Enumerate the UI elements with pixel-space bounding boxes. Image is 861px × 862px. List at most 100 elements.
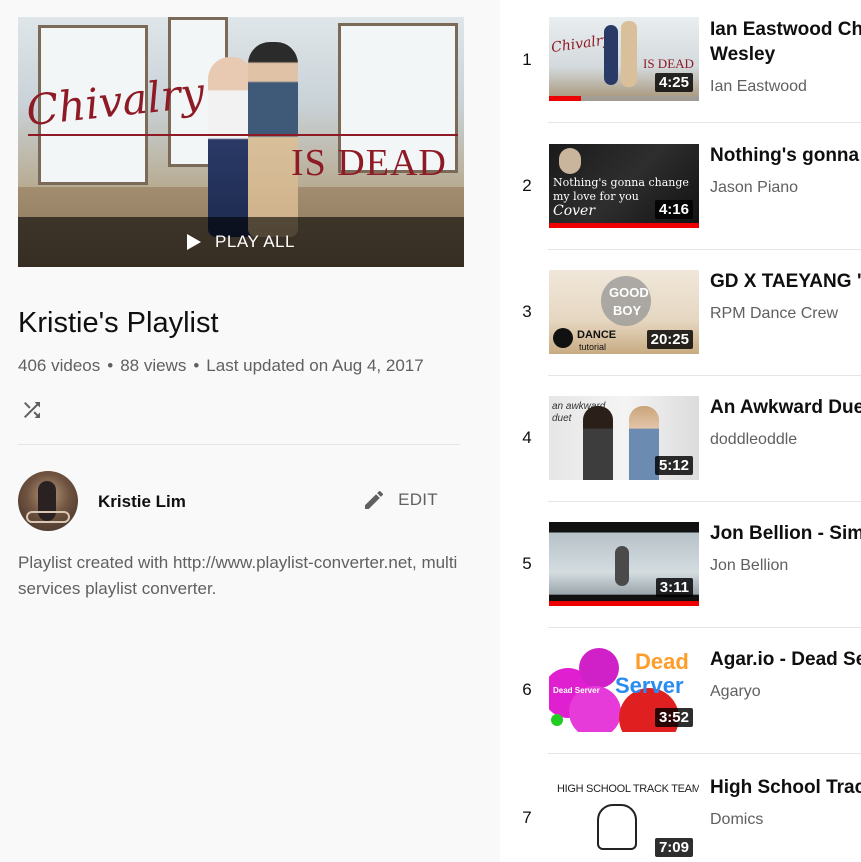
list-divider	[548, 501, 861, 502]
video-duration: 4:16	[654, 200, 693, 219]
thumb-text: IS DEAD	[643, 56, 694, 71]
thumb-text: my love for you	[553, 190, 639, 203]
video-duration: 5:12	[654, 456, 693, 475]
video-duration: 4:25	[654, 73, 693, 92]
play-icon	[187, 234, 202, 250]
thumb-figure	[615, 546, 629, 586]
thumb-blob	[579, 648, 619, 688]
thumb-text: Dead Server	[553, 686, 600, 695]
list-item[interactable]: 4 an awkward duet 5:12 An Awkward Duet d…	[500, 378, 861, 504]
hero-title-text: IS DEAD	[291, 142, 447, 184]
stats-separator: •	[107, 356, 114, 375]
video-thumbnail[interactable]: Chivalry IS DEAD 4:25	[549, 17, 699, 101]
video-thumbnail[interactable]: an awkward duet 5:12	[549, 396, 699, 480]
list-item[interactable]: 5 3:11 Jon Bellion - Sim Jon Bellion	[500, 504, 861, 630]
video-duration: 7:09	[654, 838, 693, 857]
thumb-text: Server	[615, 673, 684, 698]
list-divider	[548, 122, 861, 123]
thumb-text: Cover	[553, 203, 596, 219]
hero-rule	[28, 134, 458, 136]
stats-separator: •	[193, 356, 200, 375]
list-divider	[548, 627, 861, 628]
channel-name[interactable]: Agaryo	[710, 683, 761, 701]
thumb-logo	[553, 328, 573, 348]
video-title[interactable]: Nothing's gonna c	[710, 143, 861, 168]
hero-dancer	[248, 42, 298, 237]
list-divider	[548, 249, 861, 250]
video-duration: 3:52	[654, 708, 693, 727]
list-item[interactable]: 3 GOOD BOY DANCE tutorial 20:25 GD X TAE…	[500, 252, 861, 378]
channel-name[interactable]: RPM Dance Crew	[710, 305, 838, 323]
video-thumbnail[interactable]: HIGH SCHOOL TRACK TEAM 7:09	[549, 774, 699, 862]
thumb-text: HIGH SCHOOL TRACK TEAM	[557, 783, 699, 795]
playlist-stats: 406 videos • 88 views • Last updated on Aug …	[18, 356, 424, 376]
video-title[interactable]: Ian Eastwood Che Wesley	[710, 17, 861, 67]
video-thumbnail[interactable]: Dead Server Dead Server 3:52	[549, 648, 699, 732]
thumb-text: Nothing's gonna change	[553, 176, 689, 189]
thumb-text: duet	[552, 413, 572, 424]
video-title[interactable]: High School Trac	[710, 775, 861, 800]
video-index: 5	[522, 554, 532, 573]
shuffle-button[interactable]	[20, 398, 44, 422]
thumb-figure	[597, 804, 637, 850]
video-duration: 3:11	[655, 578, 693, 597]
list-item[interactable]: 1 Chivalry IS DEAD 4:25 Ian Eastwood Che…	[500, 0, 861, 126]
thumb-text: Dead	[635, 649, 689, 674]
playlist-description: Playlist created with http://www.playlis…	[18, 553, 458, 598]
play-all-button[interactable]: PLAY ALL	[18, 217, 464, 267]
video-title[interactable]: Agar.io - Dead Se	[710, 647, 861, 672]
video-title[interactable]: GD X TAEYANG "G	[710, 269, 861, 294]
video-index: 3	[522, 302, 532, 321]
avatar-bike	[26, 511, 70, 523]
thumb-figure	[583, 406, 613, 480]
play-all-label: PLAY ALL	[215, 232, 295, 251]
playlist-video-list: 1 Chivalry IS DEAD 4:25 Ian Eastwood Che…	[500, 0, 861, 862]
playlist-hero-thumbnail[interactable]: Chivalry IS DEAD PLAY ALL	[18, 17, 464, 267]
thumb-figure	[559, 148, 581, 174]
list-divider	[548, 375, 861, 376]
channel-name[interactable]: Ian Eastwood	[710, 78, 807, 96]
watch-progress	[549, 96, 581, 101]
list-divider	[548, 753, 861, 754]
thumb-badge	[601, 276, 651, 326]
thumb-figure	[621, 21, 637, 87]
video-duration: 20:25	[646, 330, 693, 349]
thumb-text: BOY	[613, 303, 642, 318]
list-item[interactable]: 2 Nothing's gonna change my love for you…	[500, 126, 861, 252]
video-thumbnail[interactable]: GOOD BOY DANCE tutorial 20:25	[549, 270, 699, 354]
channel-name[interactable]: doddleoddle	[710, 431, 797, 449]
avatar[interactable]	[18, 471, 78, 531]
watch-progress	[549, 601, 699, 606]
section-divider	[18, 444, 460, 445]
video-title[interactable]: Jon Bellion - Sim	[710, 521, 861, 546]
pencil-icon	[365, 490, 384, 509]
last-updated: Last updated on Aug 4, 2017	[206, 356, 424, 375]
video-index: 2	[522, 176, 532, 195]
channel-name[interactable]: Jason Piano	[710, 179, 798, 197]
playlist-sidebar: Chivalry IS DEAD PLAY ALL Kristie's Play…	[0, 0, 500, 862]
shuffle-icon	[24, 402, 40, 418]
watch-progress	[549, 223, 699, 228]
channel-name[interactable]: Jon Bellion	[710, 557, 788, 575]
channel-name[interactable]: Domics	[710, 811, 763, 829]
playlist-title: Kristie's Playlist	[18, 307, 219, 339]
thumb-text: GOOD	[609, 285, 649, 300]
thumb-blob	[551, 714, 563, 726]
video-thumbnail[interactable]: Nothing's gonna change my love for you C…	[549, 144, 699, 228]
video-thumbnail[interactable]: 3:11	[549, 522, 699, 606]
list-item[interactable]: 7 HIGH SCHOOL TRACK TEAM 7:09 High Schoo…	[500, 756, 861, 862]
edit-button[interactable]: EDIT	[362, 488, 438, 512]
owner-name[interactable]: Kristie Lim	[98, 492, 186, 512]
video-index: 4	[522, 428, 532, 447]
list-item[interactable]: 6 Dead Server Dead Server 3:52 Agar.io -…	[500, 630, 861, 756]
video-index: 1	[522, 50, 532, 69]
thumb-script: Chivalry	[550, 31, 612, 57]
playlist-owner: Kristie Lim EDIT	[18, 471, 460, 531]
video-index: 7	[522, 808, 532, 827]
edit-label: EDIT	[398, 490, 438, 509]
video-title[interactable]: An Awkward Duet	[710, 395, 861, 420]
thumb-figure	[604, 25, 618, 85]
thumb-text: tutorial	[579, 342, 607, 352]
view-count: 88 views	[120, 356, 187, 375]
video-index: 6	[522, 680, 532, 699]
